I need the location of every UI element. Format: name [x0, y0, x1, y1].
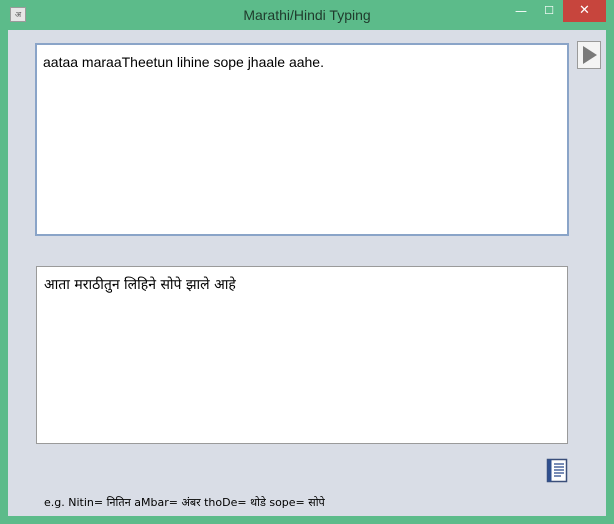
devanagari-output-textarea[interactable]: आता मराठीतुन लिहिने सोपे झाले आहे: [36, 266, 568, 444]
client-area: aataa maraaTheetun lihine sope jhaale aa…: [8, 30, 606, 516]
play-arrow-icon: [583, 46, 597, 64]
roman-input-textarea[interactable]: aataa maraaTheetun lihine sope jhaale aa…: [35, 43, 569, 236]
close-button[interactable]: ✕: [563, 0, 606, 22]
maximize-button[interactable]: ☐: [535, 0, 563, 22]
copy-button[interactable]: [546, 458, 568, 483]
convert-button[interactable]: [577, 41, 601, 69]
document-copy-icon: [546, 458, 568, 483]
title-bar[interactable]: अ Marathi/Hindi Typing — ☐ ✕: [0, 0, 614, 30]
example-hint-text: e.g. Nitin= नितिन aMbar= अंबर thoDe= थोड…: [44, 496, 325, 509]
app-window: अ Marathi/Hindi Typing — ☐ ✕ aataa maraa…: [0, 0, 614, 524]
minimize-button[interactable]: —: [507, 0, 535, 22]
